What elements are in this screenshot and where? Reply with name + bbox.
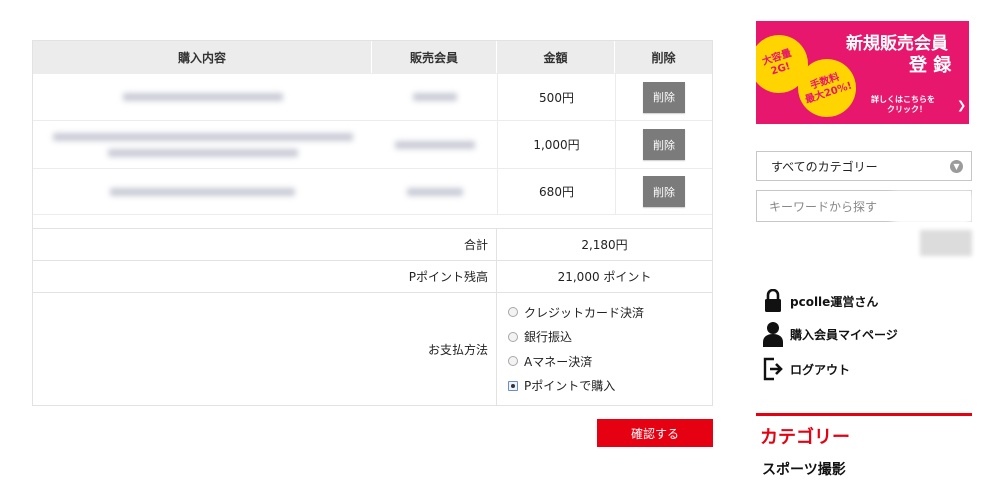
radio-icon[interactable]: [508, 380, 518, 391]
category-item[interactable]: スポーツ撮影: [762, 459, 846, 479]
payment-option-credit[interactable]: クレジットカード決済: [508, 300, 644, 325]
delete-button[interactable]: 削除: [643, 176, 685, 207]
header-price: 金額: [497, 41, 615, 73]
seller-signup-banner[interactable]: 大容量 2G! 手数料 最大20%! 新規販売会員 登 録 詳しくはこちらを ク…: [756, 21, 969, 124]
search-button[interactable]: [920, 230, 972, 256]
header-item: 購入内容: [33, 41, 372, 73]
banner-title-2: 登 録: [909, 55, 952, 76]
delete-button[interactable]: 削除: [643, 81, 685, 113]
chevron-right-icon: ❯: [957, 99, 967, 112]
category-select[interactable]: すべてのカテゴリー ▼: [756, 151, 972, 181]
mypage-label: 購入会員マイページ: [790, 327, 898, 342]
total-label: 合計: [33, 229, 497, 260]
delete-button[interactable]: 削除: [643, 129, 685, 160]
row-spacer: [33, 214, 712, 228]
radio-icon[interactable]: [508, 307, 518, 318]
lock-icon: [762, 288, 784, 314]
mypage-link[interactable]: 購入会員マイページ: [762, 321, 898, 347]
search-placeholder: キーワードから探す: [769, 199, 878, 214]
seller-name-blurred[interactable]: [372, 169, 497, 214]
payment-option-label: クレジットカード決済: [524, 305, 645, 320]
radio-icon[interactable]: [508, 356, 518, 367]
user-icon: [762, 321, 784, 347]
payment-options: クレジットカード決済 銀行振込 Aマネー決済 Pポイントで購入: [497, 293, 712, 405]
cart-header: 購入内容 販売会員 金額 削除: [33, 41, 712, 73]
table-row: 680円 削除: [33, 168, 712, 214]
logout-link[interactable]: ログアウト: [762, 356, 850, 382]
seller-name-blurred[interactable]: [372, 74, 497, 120]
table-row: 1,000円 削除: [33, 120, 712, 168]
points-value: 21,000 ポイント: [557, 270, 652, 284]
item-price: 500円: [497, 74, 615, 120]
banner-cta: 詳しくはこちらを クリック！: [871, 95, 935, 114]
payment-option-amoney[interactable]: Aマネー決済: [508, 349, 592, 374]
item-name-blurred[interactable]: [33, 74, 372, 120]
category-heading: カテゴリー: [760, 427, 850, 448]
blur-mask: [893, 192, 972, 226]
payment-option-label: 銀行振込: [524, 330, 573, 345]
payment-label: お支払方法: [33, 293, 497, 405]
payment-row: お支払方法 クレジットカード決済 銀行振込 Aマネー決済 Pポイントで購入: [33, 292, 712, 405]
payment-option-label: Aマネー決済: [524, 354, 593, 369]
total-row: 合計 2,180円: [33, 228, 712, 260]
payment-option-ppoint[interactable]: Pポイントで購入: [508, 374, 615, 399]
confirm-button[interactable]: 確認する: [597, 419, 713, 447]
payment-option-bank[interactable]: 銀行振込: [508, 325, 572, 350]
item-name-blurred[interactable]: [33, 169, 372, 214]
user-name: pcolle運営さん: [790, 294, 879, 309]
item-price: 680円: [497, 169, 615, 214]
cart-table: 購入内容 販売会員 金額 削除 500円 削除 1,000円 削除 680円 削…: [32, 40, 713, 406]
logout-icon: [762, 356, 784, 382]
item-price: 1,000円: [497, 121, 615, 168]
logout-label: ログアウト: [790, 362, 851, 377]
table-row: 500円 削除: [33, 73, 712, 120]
category-select-value: すべてのカテゴリー: [771, 159, 878, 174]
points-row: Pポイント残高 21,000 ポイント: [33, 260, 712, 292]
user-account-link[interactable]: pcolle運営さん: [762, 288, 878, 314]
chevron-down-icon: ▼: [950, 160, 963, 173]
points-label: Pポイント残高: [33, 261, 497, 292]
total-value: 2,180円: [581, 238, 628, 252]
radio-icon[interactable]: [508, 331, 518, 342]
seller-name-blurred[interactable]: [372, 121, 497, 168]
header-seller: 販売会員: [372, 41, 497, 73]
header-delete: 削除: [651, 50, 676, 65]
item-name-blurred[interactable]: [33, 121, 372, 168]
category-divider: [756, 413, 972, 416]
payment-option-label: Pポイントで購入: [524, 379, 616, 394]
